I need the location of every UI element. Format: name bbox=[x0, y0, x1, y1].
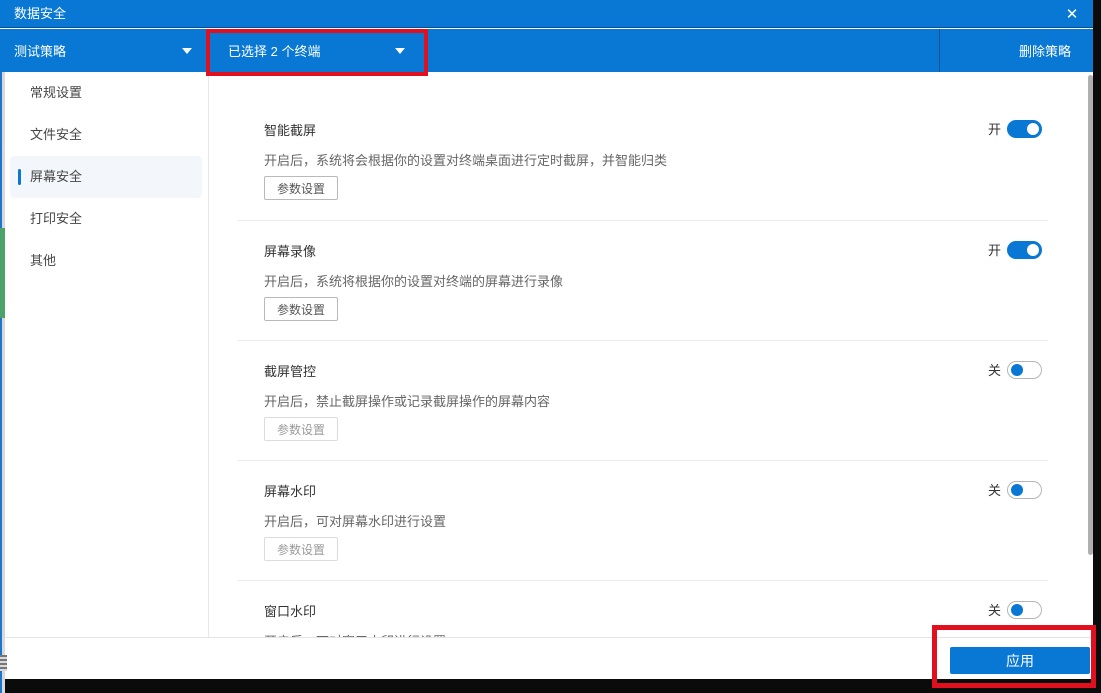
sidebar-item-3[interactable]: 打印安全 bbox=[5, 198, 208, 240]
close-icon: ✕ bbox=[1065, 6, 1079, 23]
setting-section-4: 窗口水印关开启后，可对窗口水印进行设置 bbox=[238, 580, 1048, 637]
scrollbar-thumb[interactable] bbox=[1088, 75, 1093, 555]
toggle-row: 开 bbox=[988, 240, 1042, 259]
setting-section-1: 屏幕录像 开开启后，系统将根据你的设置对终端的屏幕进行录像参数设置 bbox=[238, 220, 1048, 340]
section-title: 智能截屏 bbox=[264, 123, 317, 138]
delete-policy-button[interactable]: 删除策略 bbox=[939, 29, 1093, 72]
section-description: 开启后，可对屏幕水印进行设置 bbox=[264, 514, 447, 529]
toggle-state-label: 关 bbox=[987, 363, 1001, 378]
section-title: 屏幕水印 bbox=[264, 484, 317, 499]
setting-section-3: 屏幕水印 关开启后，可对屏幕水印进行设置参数设置 bbox=[238, 460, 1048, 580]
section-description: 开启后，禁止截屏操作或记录截屏操作的屏幕内容 bbox=[264, 394, 551, 409]
toggle-state-label: 关 bbox=[987, 483, 1001, 498]
section-description: 开启后，系统将根据你的设置对终端的屏幕进行录像 bbox=[264, 274, 564, 289]
toggle-switch[interactable] bbox=[1007, 360, 1042, 379]
toggle-switch[interactable] bbox=[1007, 240, 1042, 259]
close-button[interactable]: ✕ bbox=[1058, 2, 1086, 26]
toggle-knob bbox=[1011, 603, 1023, 616]
policy-toolbar: 测试策略 已选择 2 个终端 删除策略 bbox=[0, 29, 1093, 72]
setting-section-2: 截屏管控 关开启后，禁止截屏操作或记录截屏操作的屏幕内容参数设置 bbox=[238, 340, 1048, 460]
param-settings-button[interactable]: 参数设置 bbox=[264, 537, 339, 561]
sidebar-item-label: 打印安全 bbox=[30, 211, 83, 226]
toggle-row: 关 bbox=[988, 600, 1042, 619]
background-edge-glyph bbox=[0, 655, 7, 671]
policy-dropdown-label: 测试策略 bbox=[14, 44, 67, 59]
setting-section-0: 智能截屏 开开启后，系统将会根据你的设置对终端桌面进行定时截屏，并智能归类参数设置 bbox=[238, 100, 1048, 220]
toggle-knob bbox=[1027, 122, 1039, 135]
toggle-row: 关 bbox=[988, 360, 1042, 379]
sidebar-item-0[interactable]: 常规设置 bbox=[5, 72, 208, 114]
param-settings-button[interactable]: 参数设置 bbox=[264, 297, 339, 321]
data-security-modal: 数据安全 ✕ 测试策略 已选择 2 个终端 删除策略 常规设置文件安全屏幕安全打… bbox=[0, 0, 1093, 679]
section-title: 屏幕录像 bbox=[264, 244, 317, 259]
settings-sidebar: 常规设置文件安全屏幕安全打印安全其他 bbox=[5, 72, 208, 637]
sidebar-item-1[interactable]: 文件安全 bbox=[5, 114, 208, 156]
section-title: 窗口水印 bbox=[264, 604, 317, 619]
sidebar-item-label: 常规设置 bbox=[30, 85, 83, 100]
annotation-box-apply-button bbox=[932, 625, 1096, 688]
screenshot-root: 数据安全 ✕ 测试策略 已选择 2 个终端 删除策略 常规设置文件安全屏幕安全打… bbox=[0, 0, 1101, 693]
param-settings-button[interactable]: 参数设置 bbox=[264, 176, 339, 200]
toggle-row: 关 bbox=[988, 480, 1042, 499]
footer-bar: 应用 bbox=[5, 637, 1093, 679]
toggle-switch[interactable] bbox=[1007, 600, 1042, 619]
policy-dropdown[interactable]: 测试策略 bbox=[0, 29, 208, 72]
selected-indicator-bar bbox=[18, 169, 21, 185]
chevron-down-icon bbox=[182, 48, 192, 54]
background-edge-blue-line bbox=[0, 72, 2, 693]
modal-title: 数据安全 bbox=[14, 6, 67, 21]
sidebar-item-label: 其他 bbox=[30, 253, 57, 268]
toggle-knob bbox=[1027, 243, 1039, 256]
toggle-switch[interactable] bbox=[1007, 480, 1042, 499]
background-window-edge bbox=[0, 72, 7, 693]
toggle-switch[interactable] bbox=[1007, 119, 1042, 138]
modal-title-bar: 数据安全 ✕ bbox=[0, 0, 1093, 28]
param-settings-button[interactable]: 参数设置 bbox=[264, 417, 339, 441]
settings-content: 智能截屏开开启后，系统将会根据你的设置对终端桌面进行定时截屏，并智能归类 参数设置… bbox=[238, 72, 1048, 637]
toggle-knob bbox=[1011, 363, 1023, 376]
sidebar-item-2[interactable]: 屏幕安全 bbox=[10, 156, 202, 198]
delete-policy-label: 删除策略 bbox=[1018, 44, 1071, 59]
sidebar-item-label: 文件安全 bbox=[30, 127, 83, 142]
toggle-state-label: 开 bbox=[987, 243, 1001, 258]
toggle-state-label: 开 bbox=[987, 122, 1001, 137]
sidebar-item-4[interactable]: 其他 bbox=[5, 240, 208, 282]
sidebar-item-label: 屏幕安全 bbox=[30, 169, 83, 184]
sidebar-divider bbox=[208, 72, 209, 637]
background-edge-green-block bbox=[0, 228, 5, 318]
toggle-row: 开 bbox=[988, 119, 1042, 138]
section-title: 截屏管控 bbox=[264, 364, 317, 379]
section-description: 开启后，系统将会根据你的设置对终端桌面进行定时截屏，并智能归类 bbox=[264, 153, 668, 168]
toggle-knob bbox=[1011, 483, 1023, 496]
annotation-box-terminal-dropdown bbox=[206, 29, 428, 76]
toggle-state-label: 关 bbox=[987, 603, 1001, 618]
